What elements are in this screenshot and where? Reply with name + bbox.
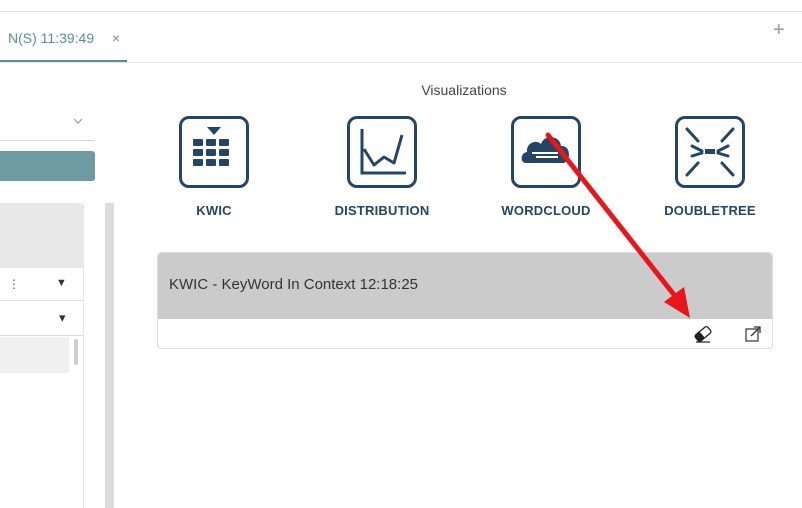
annotation-arrow [545,132,690,318]
